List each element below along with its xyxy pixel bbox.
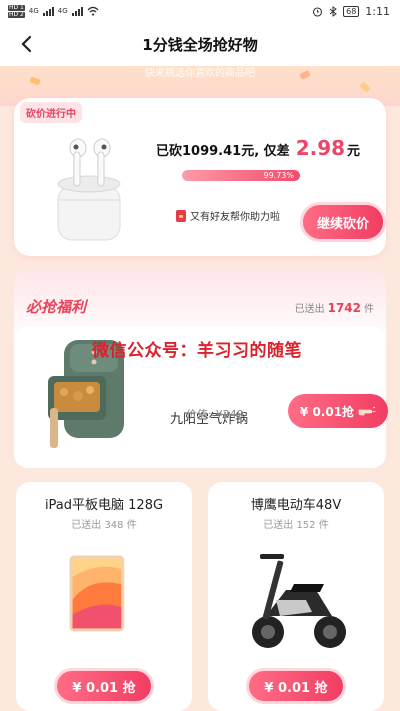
wifi-icon (87, 6, 99, 16)
signal-icon (42, 6, 54, 16)
bluetooth-icon (329, 5, 337, 17)
grab-button-ebike[interactable]: ¥ 0.01 抢 (246, 668, 346, 704)
featured-value-label: 价值: ¥249 (186, 406, 244, 422)
product-sent-count: 已送出 152 件 (263, 520, 329, 531)
must-grab-section: 必抢福利 已送出 1742 件 九阳空气炸锅 价值:¥249 ¥ 0.01抢 (14, 270, 388, 468)
top-nav-bar: 1分钱全场抢好物 (0, 22, 400, 66)
sim2-badge: HD 2 (8, 10, 25, 18)
status-right: 68 1:11 (312, 5, 390, 18)
product-name: 博鹰电动车48V (250, 498, 342, 513)
original-price: ¥249 (215, 408, 244, 421)
friend-help-notice: 又有好友帮你助力啦 (176, 208, 280, 223)
section-sent-count: 已送出 1742 件 (295, 300, 374, 315)
chevron-left-icon (21, 35, 32, 53)
confetti-decoration (359, 81, 371, 93)
bargain-card: 砍价进行中 已砍1099.41元, 仅差 2.98 元 99.73% 又有好友帮… (14, 98, 386, 256)
watermark-text: 微信公众号：羊习习的随笔 (92, 341, 302, 361)
grab-button-label: ¥ 0.01抢 (299, 404, 355, 419)
remaining-amount: 2.98 (295, 136, 346, 160)
bargain-status-badge: 砍价进行中 (20, 102, 82, 123)
signal-icon-2 (71, 6, 83, 16)
sent-suffix: 件 (364, 304, 374, 315)
electric-scooter-product-image (252, 554, 346, 648)
section-title: 必抢福利 (26, 298, 87, 316)
status-left: HD 1 HD 2 4G 4G (8, 3, 99, 18)
remaining-unit: 元 (347, 144, 361, 159)
continue-bargain-button[interactable]: 继续砍价 (300, 202, 386, 242)
airpods-product-image (57, 138, 121, 241)
product-sent-count: 已送出 348 件 (71, 520, 137, 531)
price-label-text: 价值: (186, 408, 212, 421)
product-name: iPad平板电脑 128G (44, 498, 164, 513)
network-label-1: 4G (28, 7, 39, 15)
clock: 1:11 (365, 4, 390, 18)
sent-number: 1742 (327, 301, 361, 315)
back-button[interactable] (14, 32, 38, 56)
ipad-product-image (69, 555, 125, 632)
banner-text: 快来挑选你喜欢的商品吧 (145, 68, 255, 79)
product-card-ebike[interactable]: 博鹰电动车48V 已送出 152 件 ¥ 0.01 抢 (208, 482, 384, 711)
friend-help-text: 又有好友帮你助力啦 (190, 212, 280, 223)
pointing-hand-icon (358, 406, 376, 416)
bargain-progress-label: 99.73% (263, 171, 294, 180)
battery-level: 68 (343, 5, 360, 17)
alarm-icon (313, 6, 323, 17)
status-bar: HD 1 HD 2 4G 4G 68 1:11 (0, 0, 400, 22)
product-card-ipad[interactable]: iPad平板电脑 128G 已送出 348 件 ¥ 0.01 抢 (16, 482, 192, 711)
red-envelope-icon (176, 209, 186, 222)
sim1-badge: HD 1 (8, 3, 25, 11)
page-title: 1分钱全场抢好物 (142, 35, 258, 54)
grab-button-ipad[interactable]: ¥ 0.01 抢 (54, 668, 154, 704)
bargain-summary: 已砍1099.41元, 仅差 2.98 元 (156, 136, 360, 160)
sent-prefix: 已送出 (294, 304, 325, 315)
bargain-cut-text: 已砍1099.41元, 仅差 (156, 144, 290, 159)
sim-indicators: HD 1 HD 2 (8, 3, 25, 18)
featured-grab-button[interactable]: ¥ 0.01抢 (288, 394, 388, 428)
network-label-2: 4G (57, 7, 68, 15)
